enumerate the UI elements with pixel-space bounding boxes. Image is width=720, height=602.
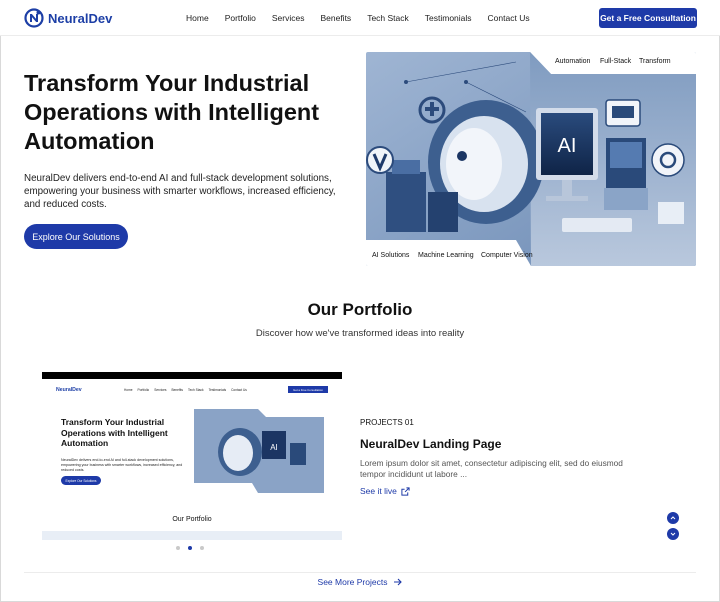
- external-link-icon: [401, 486, 410, 496]
- thumb-nav-link: Contact Us: [231, 388, 247, 392]
- see-more-projects-link[interactable]: See More Projects: [0, 577, 720, 587]
- tag-machine-learning: Machine Learning: [418, 252, 474, 259]
- see-it-live-link[interactable]: See it live: [360, 486, 410, 496]
- top-navbar: NeuralDev Home Portfolio Services Benefi…: [0, 0, 720, 36]
- neuraldev-logo-icon: [24, 8, 44, 28]
- project-description: Lorem ipsum dolor sit amet, consectetur …: [360, 458, 623, 479]
- thumb-monitor-ai-text: AI: [270, 443, 278, 452]
- nav-link-tech-stack[interactable]: Tech Stack: [367, 13, 409, 23]
- thumb-hero-image: AI: [194, 409, 324, 493]
- portfolio-title: Our Portfolio: [307, 300, 413, 319]
- free-consultation-button[interactable]: Get a Free Consultation: [599, 8, 697, 28]
- project-number: PROJECTS 01: [360, 418, 414, 427]
- thumb-description: NeuralDev delivers end-to-end AI and ful…: [61, 458, 183, 472]
- chevron-down-icon: [670, 532, 676, 536]
- hero-title: Transform Your Industrial Operations wit…: [24, 70, 320, 154]
- tag-transform: Transform: [639, 58, 671, 65]
- hero-description: NeuralDev delivers end-to-end AI and ful…: [24, 173, 336, 210]
- brand-logo[interactable]: NeuralDev: [24, 8, 112, 28]
- hero-image: AI: [366, 52, 696, 266]
- section-divider: [24, 572, 696, 573]
- see-more-projects-label: See More Projects: [317, 577, 388, 587]
- carousel-dots: [176, 546, 204, 550]
- thumb-nav-link: Portfolio: [137, 388, 150, 392]
- thumb-nav-link: Testimonials: [208, 388, 227, 392]
- thumb-cta: Get a Free Consultation: [288, 386, 328, 393]
- thumb-section-title: Our Portfolio: [172, 516, 212, 523]
- nav-link-contact[interactable]: Contact Us: [488, 13, 530, 23]
- chevron-up-icon: [670, 516, 676, 520]
- hero-illustration: AI: [366, 52, 696, 266]
- monitor-ai-text: AI: [558, 135, 577, 157]
- nav-link-home[interactable]: Home: [186, 13, 209, 23]
- thumb-nav-link: Services: [154, 388, 167, 392]
- see-it-live-label: See it live: [360, 486, 397, 496]
- nav-link-services[interactable]: Services: [272, 13, 305, 23]
- carousel-next-button[interactable]: [667, 528, 679, 540]
- nav-link-portfolio[interactable]: Portfolio: [225, 13, 256, 23]
- explore-solutions-button[interactable]: Explore Our Solutions: [24, 224, 128, 249]
- portfolio-subtitle: Discover how we've transformed ideas int…: [255, 328, 465, 339]
- nav-links: Home Portfolio Services Benefits Tech St…: [186, 13, 546, 23]
- thumb-button: Explore Our Solutions: [61, 476, 101, 485]
- tag-ai-solutions: AI Solutions: [372, 252, 410, 259]
- nav-link-testimonials[interactable]: Testimonials: [425, 13, 472, 23]
- arrow-right-icon: [394, 578, 403, 586]
- screenshot-taskbar: [42, 531, 342, 540]
- carousel-dot-active[interactable]: [188, 546, 192, 550]
- carousel-dot[interactable]: [200, 546, 204, 550]
- thumb-nav-link: Home: [124, 388, 133, 392]
- project-screenshot[interactable]: NeuralDev Home Portfolio Services Benefi…: [42, 372, 342, 540]
- project-title: NeuralDev Landing Page: [360, 437, 502, 451]
- thumb-nav-links: Home Portfolio Services Benefits Tech St…: [124, 388, 247, 392]
- screenshot-page: NeuralDev Home Portfolio Services Benefi…: [42, 379, 342, 531]
- thumb-nav-link: Benefits: [171, 388, 183, 392]
- brand-name: NeuralDev: [48, 10, 113, 26]
- thumb-nav-link: Tech Stack: [187, 388, 204, 392]
- tag-computer-vision: Computer Vision: [481, 252, 533, 259]
- carousel-prev-button[interactable]: [667, 512, 679, 524]
- tag-automation: Automation: [555, 58, 591, 65]
- carousel-dot[interactable]: [176, 546, 180, 550]
- nav-link-benefits[interactable]: Benefits: [320, 13, 351, 23]
- thumb-brand: NeuralDev: [56, 387, 82, 393]
- thumb-title: Transform Your Industrial Operations wit…: [61, 417, 168, 448]
- tag-full-stack: Full-Stack: [600, 58, 632, 65]
